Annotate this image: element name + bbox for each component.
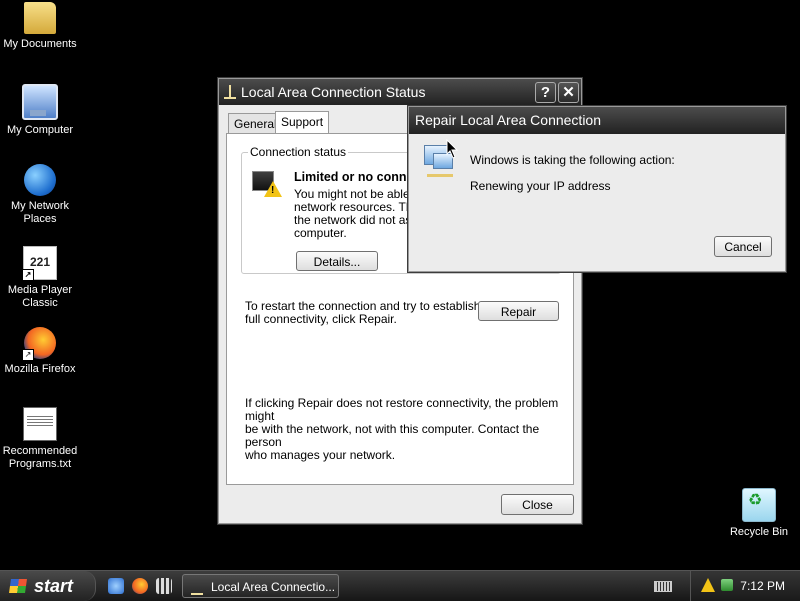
clock: 7:12 PM [740, 579, 785, 593]
repair-note-line: be with the network, not with this compu… [245, 422, 540, 449]
help-button[interactable]: ? [535, 82, 556, 103]
media-player-classic-glyph: 221 [29, 255, 51, 269]
details-button[interactable]: Details... [296, 251, 378, 271]
safely-remove-hardware-icon[interactable] [721, 579, 733, 591]
desktop-icon-my-documents[interactable]: My Documents [0, 2, 80, 51]
mouse-cursor-icon [446, 139, 459, 159]
shortcut-arrow-icon: ↗ [22, 269, 34, 281]
network-warning-icon [252, 171, 282, 199]
desktop-icon-label: My Computer [6, 124, 74, 136]
desktop-icon-label: My Network Places [10, 200, 70, 225]
close-window-button[interactable]: ✕ [558, 82, 579, 103]
media-player-classic-icon: 221 ↗ [22, 246, 57, 281]
repair-current-action: Renewing your IP address [470, 179, 611, 193]
recycle-bin-icon [742, 488, 776, 522]
connection-status-legend: Connection status [248, 145, 349, 159]
repair-action-text: Windows is taking the following action: [470, 153, 675, 167]
my-documents-icon [24, 2, 56, 34]
taskbar-item-local-area-connection[interactable]: Local Area Connectio... [182, 574, 339, 598]
desktop-icon-label: Recycle Bin [729, 526, 789, 538]
desktop-icon-label: Media Player Classic [7, 284, 73, 309]
desktop-icon-my-computer[interactable]: My Computer [0, 84, 80, 137]
repair-instructions: To restart the connection and try to est… [245, 300, 480, 326]
start-button[interactable]: start [0, 571, 96, 601]
repair-local-area-connection-dialog: Repair Local Area Connection Windows is … [408, 106, 786, 272]
desktop-icon-label: Mozilla Firefox [4, 363, 76, 375]
start-label: start [34, 576, 74, 596]
quicklaunch-ie-icon[interactable] [108, 578, 124, 594]
repair-note: If clicking Repair does not restore conn… [245, 397, 573, 462]
status-line: computer. [294, 226, 347, 240]
cancel-button[interactable]: Cancel [714, 236, 772, 257]
system-tray: 7:12 PM [690, 571, 800, 601]
windows-flag-icon [9, 579, 27, 593]
status-heading: Limited or no conne [294, 170, 414, 184]
status-window-titlebar[interactable]: Local Area Connection Status ? ✕ [219, 79, 581, 105]
firefox-icon: ↗ [22, 327, 56, 361]
repair-button[interactable]: Repair [478, 301, 559, 321]
keyboard-icon[interactable] [654, 581, 672, 592]
repair-dialog-title: Repair Local Area Connection [415, 112, 602, 128]
text-file-icon [23, 407, 57, 441]
repair-note-line: who manages your network. [245, 448, 396, 462]
desktop: { "desktop": { "icons": [ {"label": "My … [0, 0, 800, 601]
network-connection-icon [191, 581, 203, 595]
taskbar-item-label: Local Area Connectio... [211, 580, 336, 594]
desktop-icon-my-network-places[interactable]: My Network Places [0, 164, 80, 226]
desktop-icon-recommended-programs[interactable]: Recommended Programs.txt [0, 407, 80, 471]
shortcut-arrow-icon: ↗ [22, 349, 34, 361]
repair-note-line: If clicking Repair does not restore conn… [245, 396, 559, 423]
status-description: You might not be able to network resourc… [294, 188, 423, 240]
desktop-icon-label: My Documents [3, 38, 77, 50]
network-warning-tray-icon[interactable] [701, 578, 715, 592]
my-network-places-icon [24, 164, 56, 196]
desktop-icon-media-player-classic[interactable]: 221 ↗ Media Player Classic [0, 246, 80, 310]
my-computer-icon [22, 84, 58, 120]
desktop-icon-mozilla-firefox[interactable]: ↗ Mozilla Firefox [0, 327, 80, 376]
network-connection-icon [224, 85, 236, 99]
status-window-title: Local Area Connection Status [241, 84, 426, 100]
close-button[interactable]: Close [501, 494, 574, 515]
desktop-icon-recycle-bin[interactable]: Recycle Bin [719, 488, 799, 539]
repair-instruction-line: full connectivity, click Repair. [245, 312, 397, 326]
quicklaunch-firefox-icon[interactable] [132, 578, 148, 594]
quicklaunch-media-player-icon[interactable] [156, 578, 172, 594]
tab-support[interactable]: Support [275, 111, 330, 134]
desktop-icon-label: Recommended Programs.txt [2, 445, 78, 470]
repair-dialog-titlebar[interactable]: Repair Local Area Connection [409, 107, 785, 134]
taskbar: start Local Area Connectio... 7:12 PM [0, 570, 800, 601]
